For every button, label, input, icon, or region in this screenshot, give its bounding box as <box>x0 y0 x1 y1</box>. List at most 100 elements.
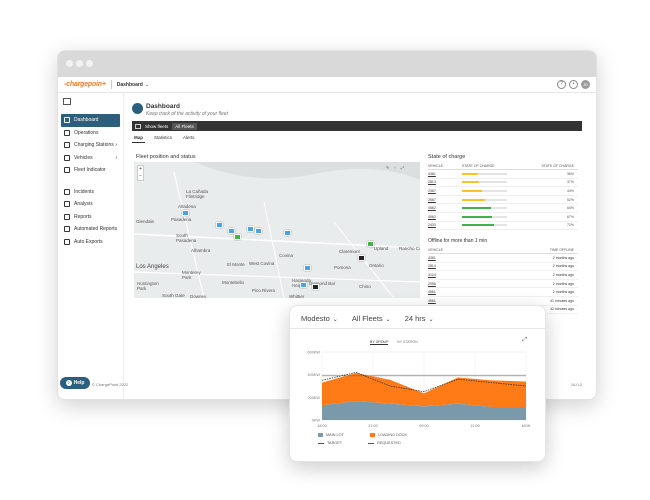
tab-statistics[interactable]: Statistics <box>152 134 174 143</box>
sidebar-collapse-icon[interactable] <box>63 98 71 105</box>
vehicle-link[interactable]: 4561 <box>428 299 436 303</box>
fullscreen-icon[interactable]: ⤢ <box>401 165 404 170</box>
back-icon[interactable]: ‹ <box>394 165 395 170</box>
offline-col-time[interactable]: TIME OFFLINE <box>550 248 574 252</box>
filter-label: 24 hrs <box>404 314 426 323</box>
soc-rows: 4361 36% 2813 37% 2367 44% 2567 52% 4562 64% 4562 6… <box>428 170 578 231</box>
vehicle-marker-icon[interactable] <box>182 210 189 216</box>
table-row[interactable]: 2567 52% <box>428 196 578 205</box>
help-button[interactable]: ? Help <box>60 377 90 389</box>
window-dot[interactable] <box>86 60 93 67</box>
help-icon[interactable]: ? <box>557 80 566 89</box>
sidebar-item-automated-reports[interactable]: Automated Reports <box>58 223 123 236</box>
tab-by-group[interactable]: BY GROUP <box>370 340 389 345</box>
soc-value: 36% <box>566 171 574 176</box>
fleet-selected-button[interactable]: All Fleets <box>172 122 197 130</box>
legend-main-lot[interactable]: MAIN LOT <box>318 433 344 437</box>
table-row[interactable]: 2813 37% <box>428 179 578 188</box>
group-tabs: BY GROUP BY STATION <box>370 340 418 345</box>
vehicle-link[interactable]: 2367 <box>428 189 462 193</box>
filter-dropdown[interactable]: 24 hrs ⌄ <box>405 314 434 323</box>
vehicle-marker-icon[interactable] <box>300 282 307 288</box>
sidebar-item-analysis[interactable]: Analysis <box>58 198 123 211</box>
sidebar-item-operations[interactable]: Operations <box>58 127 123 140</box>
vehicle-link[interactable]: 4361 <box>428 256 436 260</box>
sidebar-item-charging-stations[interactable]: Charging Stations › <box>58 139 123 152</box>
vehicle-link[interactable]: 2567 <box>428 198 462 202</box>
vehicle-marker-icon[interactable] <box>255 228 262 234</box>
sidebar-item-auto-exports[interactable]: Auto Exports <box>58 236 123 249</box>
soc-bar-fill <box>462 181 479 184</box>
vehicle-marker-icon[interactable] <box>312 284 319 290</box>
soc-col-soc-sort[interactable]: STATE OF CHARGE <box>541 164 574 168</box>
fleet-map[interactable]: + − La Cañada Flintridge Altadena Glendale… <box>134 162 420 298</box>
edit-icon[interactable]: ✎ <box>386 165 389 170</box>
table-row[interactable]: 4361 2 months ago <box>428 254 578 263</box>
filter-dropdown[interactable]: All Fleets ⌄ <box>352 314 391 323</box>
soc-col-vehicle[interactable]: VEHICLE <box>428 164 462 168</box>
table-row[interactable]: 3124 2 months ago <box>428 271 578 280</box>
legend-loading-dock[interactable]: LOADING DOCK <box>369 433 407 437</box>
table-row[interactable]: 2433 72% <box>428 222 578 231</box>
table-row[interactable]: 4361 36% <box>428 170 578 179</box>
vehicle-marker-icon[interactable] <box>284 230 291 236</box>
analysis-icon <box>64 201 70 208</box>
vehicle-link[interactable]: 2813 <box>428 180 462 184</box>
tab-alerts[interactable]: Alerts <box>181 134 197 143</box>
vehicle-link[interactable]: 4562 <box>428 215 462 219</box>
fleet-bar: Show fleets All Fleets <box>132 121 582 131</box>
avatar[interactable]: JD <box>581 80 590 89</box>
chargepoint-logo[interactable]: -chargepoin+ <box>64 81 106 88</box>
soc-bar-track <box>462 207 507 210</box>
vehicle-marker-icon[interactable] <box>358 255 365 261</box>
chevron-right-icon: › <box>115 154 117 161</box>
soc-col-soc[interactable]: STATE OF CHARGE <box>462 164 507 168</box>
app-title[interactable]: Dashboard <box>117 82 143 88</box>
vehicle-link[interactable]: 3124 <box>428 273 436 277</box>
vehicle-marker-icon[interactable] <box>247 226 254 232</box>
table-row[interactable]: 2814 2 months ago <box>428 263 578 272</box>
sidebar-item-reports[interactable]: Reports <box>58 211 123 224</box>
fleet-group-button[interactable]: Show fleets <box>145 124 168 129</box>
sidebar-item-fleet-indicator[interactable]: Fleet Indicator <box>58 164 123 177</box>
map-city-label: Pico Rivera <box>252 288 276 293</box>
sidebar-item-vehicles[interactable]: Vehicles › <box>58 152 123 165</box>
legend-target[interactable]: TARGET <box>318 441 342 445</box>
soc-value: 44% <box>566 188 574 193</box>
vehicle-marker-icon[interactable] <box>234 234 241 240</box>
vehicle-link[interactable]: 2433 <box>428 223 462 227</box>
table-row[interactable]: 2367 44% <box>428 187 578 196</box>
filter-dropdown[interactable]: Modesto ⌄ <box>301 314 338 323</box>
chart-filters: Modesto ⌄ All Fleets ⌄ 24 hrs ⌄ <box>301 314 434 323</box>
table-row[interactable]: 2056 2 months ago <box>428 280 578 289</box>
vehicle-link[interactable]: 4561 <box>428 290 436 294</box>
vehicle-link[interactable]: 4361 <box>428 172 462 176</box>
offline-col-vehicle[interactable]: VEHICLE <box>428 248 443 252</box>
window-dot[interactable] <box>76 60 83 67</box>
vehicle-link[interactable]: 2814 <box>428 264 436 268</box>
vehicle-link[interactable]: 2056 <box>428 282 436 286</box>
expand-icon[interactable]: ⤢ <box>522 337 527 344</box>
tab-by-station[interactable]: BY STATION <box>397 340 417 345</box>
sidebar-item-dashboard[interactable]: Dashboard <box>61 114 120 127</box>
table-row[interactable]: 4561 2 months ago <box>428 288 578 297</box>
vehicle-link[interactable]: 4562 <box>428 206 462 210</box>
vehicle-marker-icon[interactable] <box>367 241 374 247</box>
sidebar-item-label: Incidents <box>74 188 95 195</box>
map-city-label: South Pasadena <box>176 233 197 243</box>
table-row[interactable]: 4562 64% <box>428 204 578 213</box>
window-dot[interactable] <box>66 60 73 67</box>
tab-map[interactable]: Map <box>132 134 145 143</box>
vehicle-marker-icon[interactable] <box>304 265 311 271</box>
table-row[interactable]: 4562 67% <box>428 213 578 222</box>
sidebar-item-incidents[interactable]: Incidents <box>58 186 123 199</box>
automated-reports-icon <box>64 226 70 233</box>
zoom-out-button[interactable]: − <box>138 173 143 180</box>
zoom-control: + − <box>137 165 144 181</box>
fleet-icon <box>135 123 141 129</box>
notification-icon[interactable]: • <box>569 80 578 89</box>
zoom-in-button[interactable]: + <box>138 166 143 173</box>
legend-requested[interactable]: REQUESTED <box>368 441 401 445</box>
vehicle-marker-icon[interactable] <box>216 222 223 228</box>
chevron-down-icon[interactable]: ⌄ <box>145 82 149 88</box>
